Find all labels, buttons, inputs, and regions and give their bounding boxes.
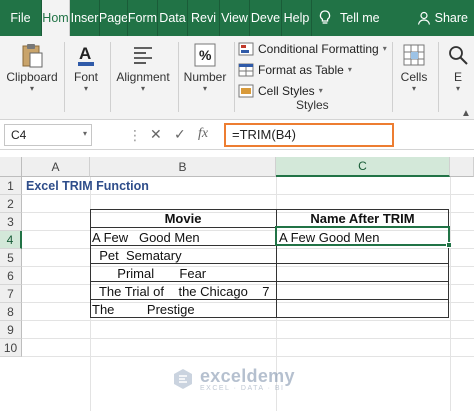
column-header-b[interactable]: B xyxy=(90,157,276,177)
trimmed-cell[interactable] xyxy=(279,282,447,300)
row-header[interactable]: 9 xyxy=(0,321,22,339)
column-header-a[interactable]: A xyxy=(22,157,90,177)
active-cell-c4[interactable] xyxy=(275,226,450,246)
row-header[interactable]: 6 xyxy=(0,267,22,285)
movie-cell[interactable]: Pet Sematary xyxy=(92,246,276,264)
header-movie: Movie xyxy=(164,210,202,226)
movie-cell[interactable]: The Prestige xyxy=(92,300,276,318)
row-header[interactable]: 8 xyxy=(0,303,22,321)
column-header-d[interactable] xyxy=(450,157,474,177)
trimmed-cell[interactable] xyxy=(279,300,447,318)
sheet-title: Excel TRIM Function xyxy=(26,179,149,193)
watermark-name: exceldemy xyxy=(200,366,295,386)
row-header[interactable]: 7 xyxy=(0,285,22,303)
exceldemy-logo-icon xyxy=(174,369,192,389)
movie-cell[interactable]: The Trial of the Chicago 7 xyxy=(92,282,276,300)
row-header[interactable]: 5 xyxy=(0,249,22,267)
row-header[interactable]: 2 xyxy=(0,195,22,213)
trimmed-cell[interactable] xyxy=(279,264,447,282)
column-header-c[interactable]: C xyxy=(276,157,450,177)
exceldemy-watermark: exceldemy EXCEL · DATA · BI xyxy=(172,366,295,392)
movie-cell[interactable]: Primal Fear xyxy=(92,264,276,282)
row-header[interactable]: 1 xyxy=(0,177,22,195)
select-all-corner[interactable] xyxy=(0,157,22,177)
fill-handle[interactable] xyxy=(446,242,452,248)
row-header[interactable]: 3 xyxy=(0,213,22,231)
row-header[interactable]: 4 xyxy=(0,231,22,249)
header-name-after-trim: Name After TRIM xyxy=(310,210,415,226)
watermark-tagline: EXCEL · DATA · BI xyxy=(200,385,285,392)
column-gridline xyxy=(450,177,451,411)
row-header[interactable]: 10 xyxy=(0,339,22,357)
trimmed-cell[interactable] xyxy=(279,246,447,264)
movie-cell[interactable]: A Few Good Men xyxy=(92,228,276,246)
